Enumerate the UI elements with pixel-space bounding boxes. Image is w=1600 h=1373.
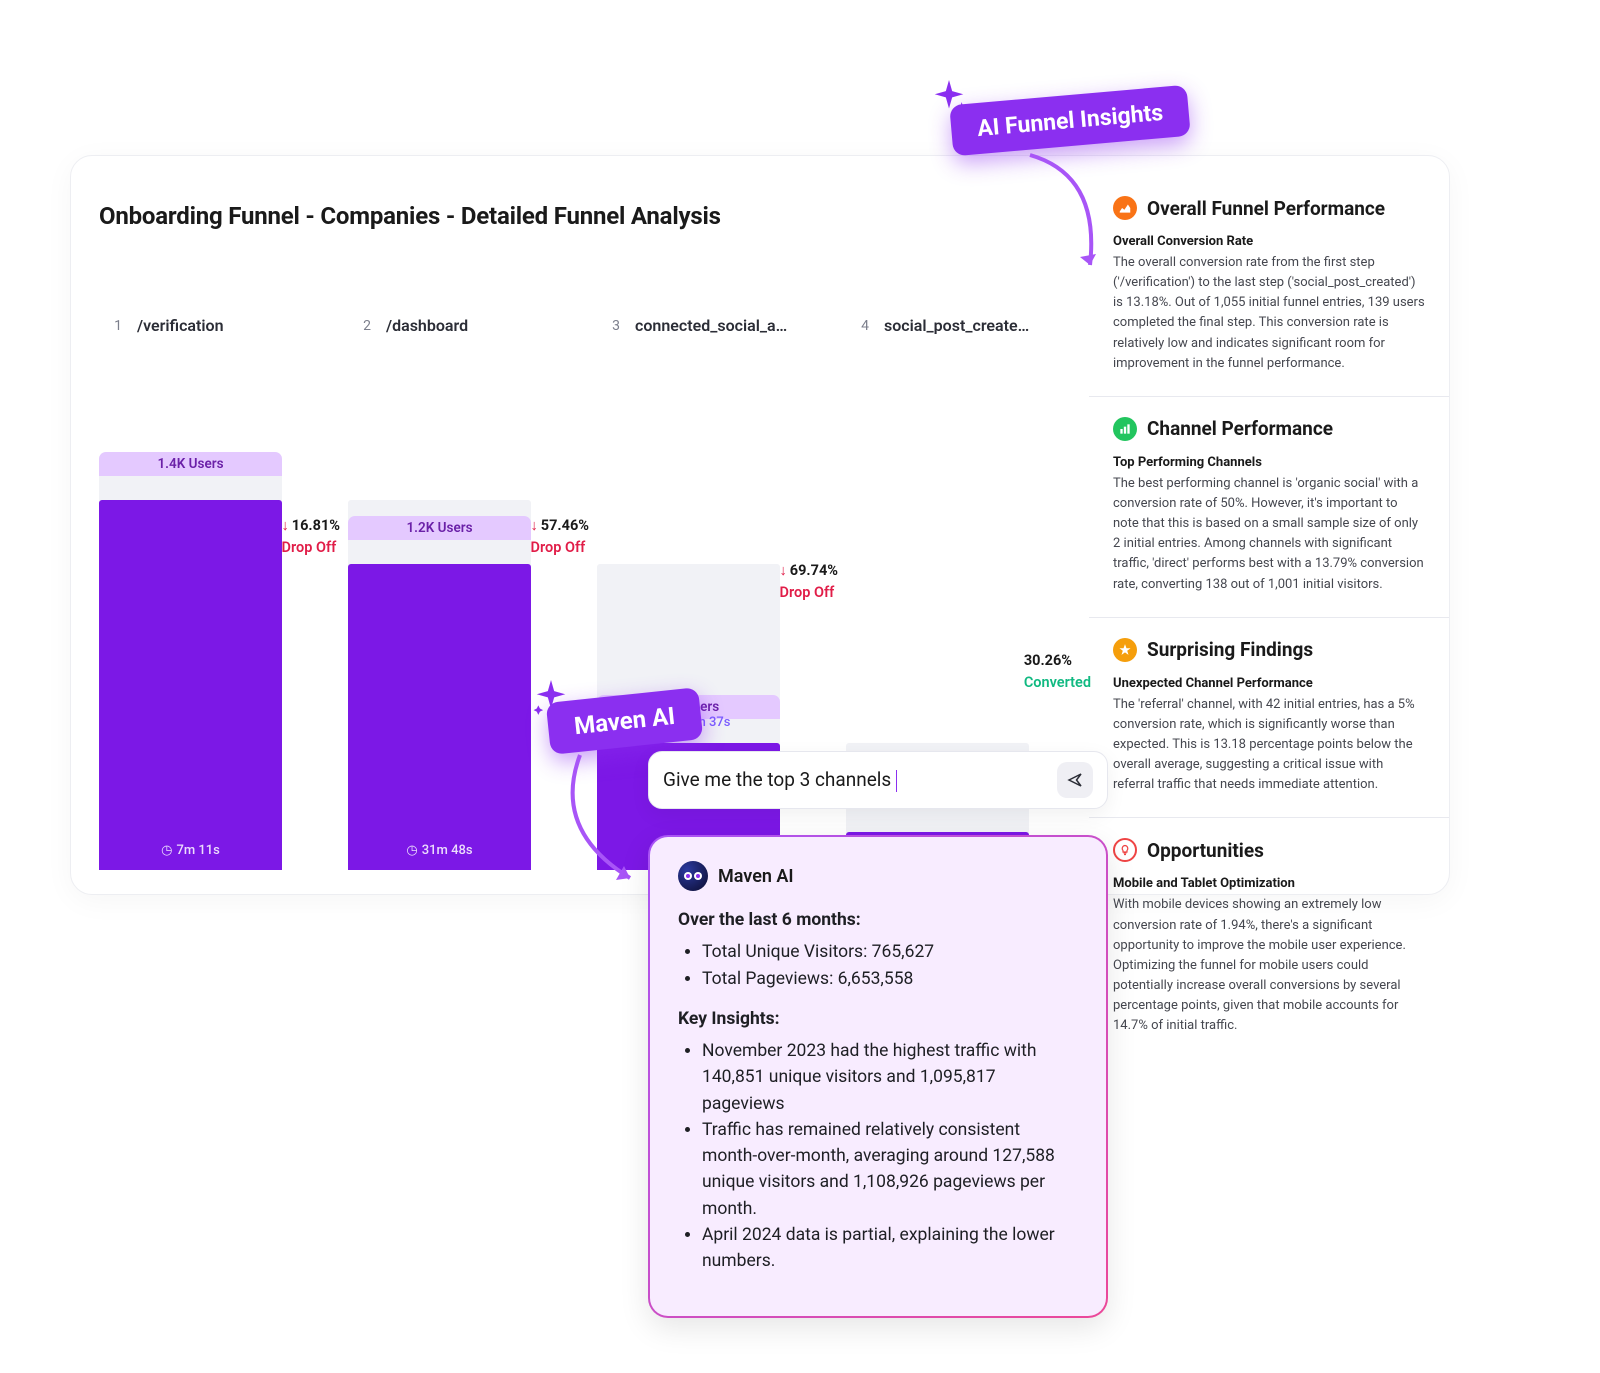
insight-surprising: Surprising Findings Unexpected Channel P… bbox=[1089, 617, 1449, 818]
chart-icon bbox=[1113, 417, 1137, 441]
ai-prompt-input[interactable]: Give me the top 3 channels bbox=[663, 768, 1047, 792]
convert-label: 30.26%Converted bbox=[1024, 651, 1091, 692]
insights-panel: Overall Funnel Performance Overall Conve… bbox=[1089, 176, 1449, 874]
bot-avatar-icon bbox=[678, 861, 708, 891]
step-number: 2 bbox=[358, 318, 376, 334]
users-badge: 1.2K Users bbox=[348, 516, 531, 540]
insight-item: November 2023 had the highest traffic wi… bbox=[702, 1038, 1078, 1117]
ai-insights-pill: AI Funnel Insights bbox=[949, 85, 1191, 157]
response-intro: Over the last 6 months: bbox=[678, 910, 861, 930]
arrow-down-icon: ↓ bbox=[780, 562, 787, 579]
step-name: /verification bbox=[137, 316, 224, 335]
insight-opportunities: Opportunities Mobile and Tablet Optimiza… bbox=[1089, 817, 1449, 1058]
funnel-bar bbox=[99, 500, 282, 870]
page-title: Onboarding Funnel - Companies - Detailed… bbox=[99, 202, 721, 230]
dropoff-label: ↓69.74%Drop Off bbox=[780, 561, 838, 602]
step-number: 1 bbox=[109, 318, 127, 334]
ai-prompt[interactable]: Give me the top 3 channels bbox=[648, 751, 1108, 809]
insight-item: Traffic has remained relatively consiste… bbox=[702, 1117, 1078, 1222]
step-name: social_post_create… bbox=[884, 316, 1029, 335]
dropoff-label: ↓57.46%Drop Off bbox=[531, 516, 589, 557]
maven-ai-widget: Give me the top 3 channels Maven AI Over… bbox=[648, 751, 1108, 1318]
funnel-bar bbox=[348, 564, 531, 870]
groups-icon bbox=[1113, 196, 1137, 220]
funnel-step-1[interactable]: 1/verification 1.4K Users ◷7m 11s ↓16.81… bbox=[99, 316, 322, 870]
maven-response-card: Maven AI Over the last 6 months: Total U… bbox=[648, 835, 1108, 1318]
insight-channel: Channel Performance Top Performing Chann… bbox=[1089, 396, 1449, 617]
funnel-step-2[interactable]: 2/dashboard 1.2K Users ◷31m 48s ↓57.46%D… bbox=[348, 316, 571, 870]
clock-icon: ◷ bbox=[406, 843, 417, 858]
insight-item: April 2024 data is partial, explaining t… bbox=[702, 1222, 1078, 1275]
step-name: connected_social_a… bbox=[635, 316, 787, 335]
dropoff-label: ↓16.81%Drop Off bbox=[282, 516, 340, 557]
stat-item: Total Unique Visitors: 765,627 bbox=[702, 939, 1078, 965]
star-icon bbox=[1113, 638, 1137, 662]
time-label: ◷31m 48s bbox=[348, 843, 531, 858]
step-name: /dashboard bbox=[386, 316, 468, 335]
users-badge: 1.4K Users bbox=[99, 452, 282, 476]
insight-overall: Overall Funnel Performance Overall Conve… bbox=[1089, 176, 1449, 396]
clock-icon: ◷ bbox=[161, 843, 172, 858]
maven-card-title: Maven AI bbox=[718, 866, 794, 887]
key-insights-heading: Key Insights: bbox=[678, 1009, 780, 1029]
stat-item: Total Pageviews: 6,653,558 bbox=[702, 966, 1078, 992]
send-button[interactable] bbox=[1057, 762, 1093, 798]
step-number: 4 bbox=[856, 318, 874, 334]
time-label: ◷7m 11s bbox=[99, 843, 282, 858]
bulb-icon bbox=[1113, 838, 1137, 862]
arrow-down-icon: ↓ bbox=[531, 517, 538, 534]
arrow-down-icon: ↓ bbox=[282, 517, 289, 534]
step-number: 3 bbox=[607, 318, 625, 334]
